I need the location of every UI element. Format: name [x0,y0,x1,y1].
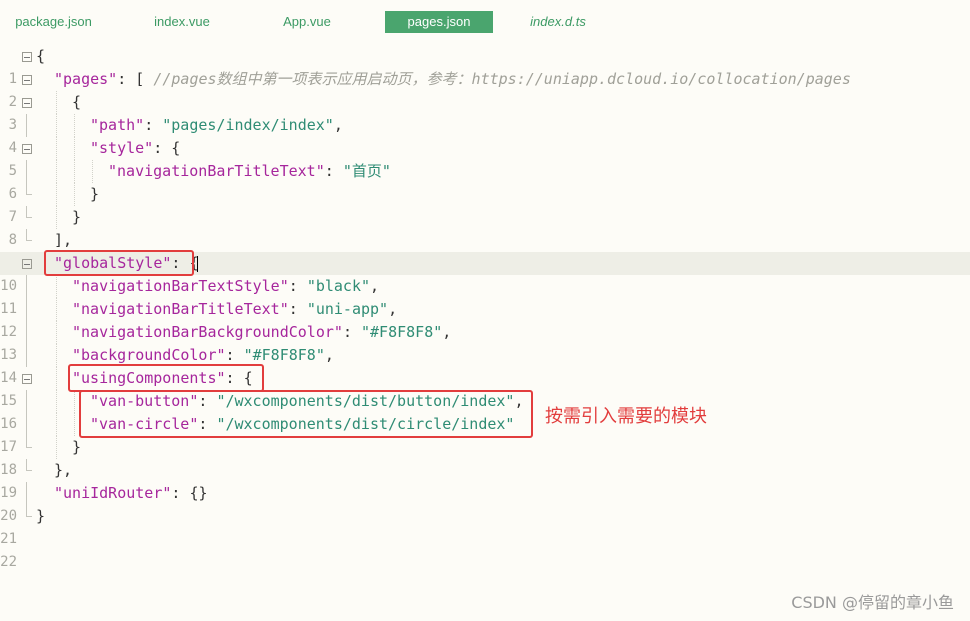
code-line: 9 ], [0,229,970,271]
fold-toggle-icon[interactable] [22,374,32,384]
annotation-text: 按需引入需要的模块 [545,406,707,427]
tab-index-d-ts[interactable]: index.d.ts [512,11,604,33]
code-line: 3 { [0,91,970,133]
code-line: 20 "uniIdRouter": {} [0,482,970,524]
code-line: 2 "pages": [ //pages数组中第一项表示应用启动页，参考：htt… [0,68,970,110]
tab-package-json[interactable]: package.json [0,11,107,33]
tab-pages-json[interactable]: pages.json [385,11,493,33]
code-line: 6 "navigationBarTitleText": "首页" [0,160,970,202]
fold-toggle-icon[interactable] [22,144,32,154]
code-line: 11 "navigationBarTextStyle": "black", [0,275,970,317]
code-comment: //pages数组中第一项表示应用启动页，参考：https://uniapp.d… [153,70,851,88]
code-line: 8 } [0,206,970,248]
code-editor[interactable]: 1 { 2 "pages": [ //pages数组中第一项表示应用启动页，参考… [0,45,970,621]
code-line: 4 "path": "pages/index/index", [0,114,970,156]
tab-app-vue[interactable]: App.vue [257,11,357,33]
code-line: 18 } [0,436,970,478]
code-line: 1 { [0,45,970,87]
highlight-box-globalstyle [44,250,194,276]
code-line: 5 "style": { [0,137,970,179]
fold-toggle-icon[interactable] [22,75,32,85]
fold-toggle-icon[interactable] [22,98,32,108]
text-cursor [197,256,198,272]
fold-toggle-icon[interactable] [22,52,32,62]
highlight-box-usingcomponents [68,364,264,392]
code-line: 7 } [0,183,970,225]
code-line: 22 [0,528,970,570]
watermark: CSDN @停留的章小鱼 [791,593,954,612]
code-line: 12 "navigationBarTitleText": "uni-app", [0,298,970,340]
fold-toggle-icon[interactable] [22,259,32,269]
code-line: 13 "navigationBarBackgroundColor": "#F8F… [0,321,970,363]
editor-tab-bar: package.json index.vue App.vue pages.jso… [0,0,970,44]
line-number: 22 [0,554,17,570]
highlight-box-components [79,390,533,438]
code-line: 21 } [0,505,970,547]
tab-index-vue[interactable]: index.vue [130,11,234,33]
code-line: 19 }, [0,459,970,501]
